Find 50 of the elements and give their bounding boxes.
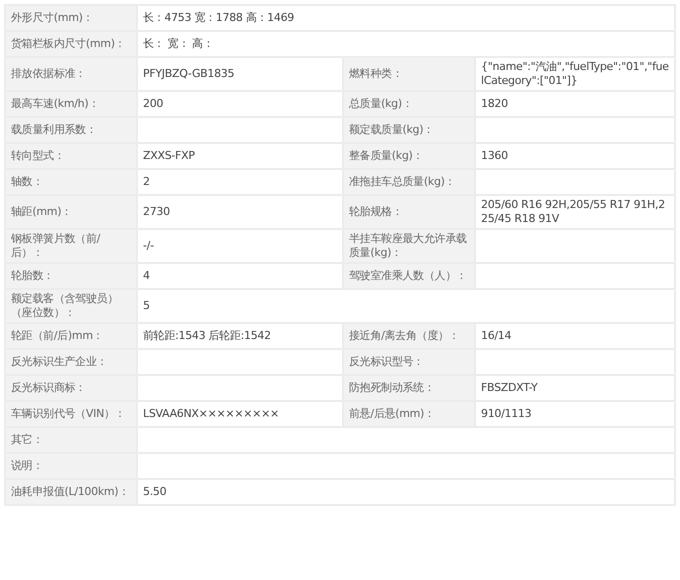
label-cell: 燃料种类： [343, 57, 475, 91]
value-cell: 200 [137, 91, 343, 117]
label-cell: 轴数： [5, 169, 137, 195]
value-cell: 5 [137, 289, 675, 323]
value-cell: 1360 [475, 143, 675, 169]
label-cell: 外形尺寸(mm)： [5, 5, 137, 31]
value-cell: ZXXS-FXP [137, 143, 343, 169]
label-cell: 总质量(kg)： [343, 91, 475, 117]
label-cell: 反光标识商标： [5, 375, 137, 401]
label-cell: 反光标识型号： [343, 349, 475, 375]
value-cell: 2 [137, 169, 343, 195]
value-cell: 910/1113 [475, 401, 675, 427]
label-cell: 车辆识别代号（VIN）： [5, 401, 137, 427]
value-cell: FBSZDXT-Y [475, 375, 675, 401]
label-cell: 轮胎规格： [343, 195, 475, 229]
label-cell: 载质量利用系数： [5, 117, 137, 143]
value-cell: LSVAA6NX××××××××× [137, 401, 343, 427]
label-cell: 接近角/离去角（度）： [343, 323, 475, 349]
value-cell: 1820 [475, 91, 675, 117]
label-cell: 驾驶室准乘人数（人）： [343, 263, 475, 289]
value-cell: 4 [137, 263, 343, 289]
value-cell: 205/60 R16 92H,205/55 R17 91H,225/45 R18 91V [475, 195, 675, 229]
label-cell: 整备质量(kg)： [343, 143, 475, 169]
value-cell: 长： 宽： 高： [137, 31, 675, 57]
label-cell: 额定载质量(kg)： [343, 117, 475, 143]
label-cell: 准拖挂车总质量(kg)： [343, 169, 475, 195]
value-cell: 2730 [137, 195, 343, 229]
label-cell: 油耗申报值(L/100km)： [5, 479, 137, 505]
label-cell: 货箱栏板内尺寸(mm)： [5, 31, 137, 57]
label-cell: 反光标识生产企业： [5, 349, 137, 375]
label-cell: 防抱死制动系统： [343, 375, 475, 401]
label-cell: 前悬/后悬(mm)： [343, 401, 475, 427]
label-cell: 轮距（前/后)mm： [5, 323, 137, 349]
label-cell: 半挂车鞍座最大允许承载质量(kg)： [343, 229, 475, 263]
label-cell: 排放依据标准： [5, 57, 137, 91]
value-cell: 5.50 [137, 479, 675, 505]
label-cell: 说明： [5, 453, 137, 479]
label-cell: 钢板弹簧片数（前/后）： [5, 229, 137, 263]
label-cell: 最高车速(km/h)： [5, 91, 137, 117]
label-cell: 转向型式： [5, 143, 137, 169]
value-cell: PFYJBZQ-GB1835 [137, 57, 343, 91]
value-cell: 16/14 [475, 323, 675, 349]
value-cell: 前轮距:1543 后轮距:1542 [137, 323, 343, 349]
label-cell: 额定载客（含驾驶员）（座位数）： [5, 289, 137, 323]
value-cell: 长：4753 宽：1788 高：1469 [137, 5, 675, 31]
value-cell: -/- [137, 229, 343, 263]
value-cell: {"name":"汽油","fuelType":"01","fuelCategory":["01"]} [475, 57, 675, 91]
label-cell: 轮胎数： [5, 263, 137, 289]
label-cell: 其它： [5, 427, 137, 453]
label-cell: 轴距(mm)： [5, 195, 137, 229]
